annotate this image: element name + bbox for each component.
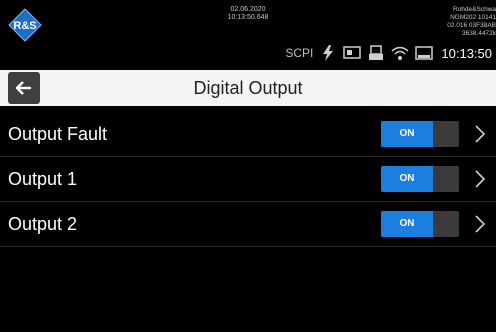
- wifi-icon: [391, 46, 409, 60]
- clock: 10:13:50: [441, 45, 492, 61]
- date-time-readout: 02.06.2020 10:13:50.648: [0, 6, 496, 22]
- title-bar: Digital Output: [0, 70, 496, 106]
- output-fault-toggle[interactable]: ON: [381, 121, 459, 147]
- arrow-left-icon: [16, 81, 31, 95]
- output-1-toggle[interactable]: ON: [381, 166, 459, 192]
- chevron-right-icon[interactable]: [474, 170, 486, 188]
- status-icons: SCPI 10:13:50: [285, 44, 492, 62]
- screen-icon: [415, 46, 434, 60]
- display-icon: [343, 46, 362, 59]
- device-info-line: NGM202 10141: [450, 14, 496, 21]
- scpi-indicator: SCPI: [285, 46, 314, 60]
- device-info-line: Rohde&Schwa: [453, 6, 496, 13]
- output-2-toggle[interactable]: ON: [381, 211, 459, 237]
- list-item-output-fault[interactable]: Output Fault ON: [0, 112, 496, 157]
- back-button[interactable]: [8, 72, 40, 104]
- digital-output-list: Output Fault ON Output 1 ON Output 2 ON: [0, 112, 496, 247]
- output-2-label: Output 2: [8, 214, 78, 234]
- usb-icon: [369, 45, 384, 60]
- list-item-output-1[interactable]: Output 1 ON: [0, 157, 496, 202]
- lightning-icon: [323, 45, 334, 61]
- device-info-line: 3638.4472k: [462, 30, 496, 37]
- status-time: 10:13:50.648: [227, 14, 269, 21]
- status-date: 02.06.2020: [230, 6, 266, 13]
- page-title: Digital Output: [193, 78, 303, 98]
- list-item-output-2[interactable]: Output 2 ON: [0, 202, 496, 247]
- toggle-state: ON: [381, 121, 433, 147]
- output-1-label: Output 1: [8, 169, 78, 189]
- toggle-state: ON: [381, 211, 433, 237]
- chevron-right-icon[interactable]: [474, 215, 486, 233]
- output-fault-label: Output Fault: [8, 124, 108, 144]
- device-info-line: 02.016 03F38AB: [447, 22, 496, 29]
- chevron-right-icon[interactable]: [474, 125, 486, 143]
- status-bar: R&S 02.06.2020 10:13:50.648 Rohde&Schwa …: [0, 0, 496, 66]
- toggle-state: ON: [381, 166, 433, 192]
- device-info: Rohde&Schwa NGM202 10141 02.016 03F38AB …: [426, 6, 496, 38]
